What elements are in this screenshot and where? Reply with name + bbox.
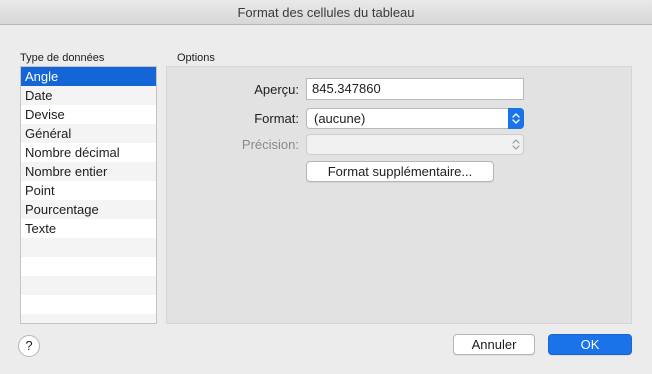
type-item-nombre-entier[interactable]: Nombre entier [21, 162, 156, 181]
type-heading: Type de données [20, 52, 105, 64]
preview-label: Aperçu: [254, 82, 299, 97]
precision-label: Précision: [241, 137, 299, 152]
options-panel: Aperçu: 845.347860 Format: (aucune) Préc… [166, 66, 632, 324]
empty-row [21, 314, 156, 323]
type-item-date[interactable]: Date [21, 86, 156, 105]
empty-row [21, 295, 156, 314]
empty-row [21, 257, 156, 276]
ok-button[interactable]: OK [548, 334, 632, 355]
type-item-nombre-decimal[interactable]: Nombre décimal [21, 143, 156, 162]
empty-row [21, 276, 156, 295]
format-label: Format: [254, 111, 299, 126]
empty-row [21, 238, 156, 257]
type-list[interactable]: Angle Date Devise Général Nombre décimal… [20, 66, 157, 324]
updown-chevron-icon [508, 108, 524, 129]
window-title: Format des cellules du tableau [0, 0, 652, 25]
cancel-button[interactable]: Annuler [453, 334, 535, 355]
help-icon[interactable]: ? [18, 335, 40, 357]
type-item-texte[interactable]: Texte [21, 219, 156, 238]
preview-field[interactable]: 845.347860 [306, 78, 524, 100]
type-item-pourcentage[interactable]: Pourcentage [21, 200, 156, 219]
type-item-point[interactable]: Point [21, 181, 156, 200]
format-popup-value: (aucune) [314, 111, 366, 126]
format-popup[interactable]: (aucune) [306, 108, 524, 129]
precision-popup[interactable] [306, 134, 524, 155]
options-heading: Options [177, 52, 215, 64]
extra-format-button[interactable]: Format supplémentaire... [306, 161, 494, 182]
type-item-devise[interactable]: Devise [21, 105, 156, 124]
type-item-angle[interactable]: Angle [21, 67, 156, 86]
updown-chevron-icon [508, 134, 524, 155]
type-item-general[interactable]: Général [21, 124, 156, 143]
